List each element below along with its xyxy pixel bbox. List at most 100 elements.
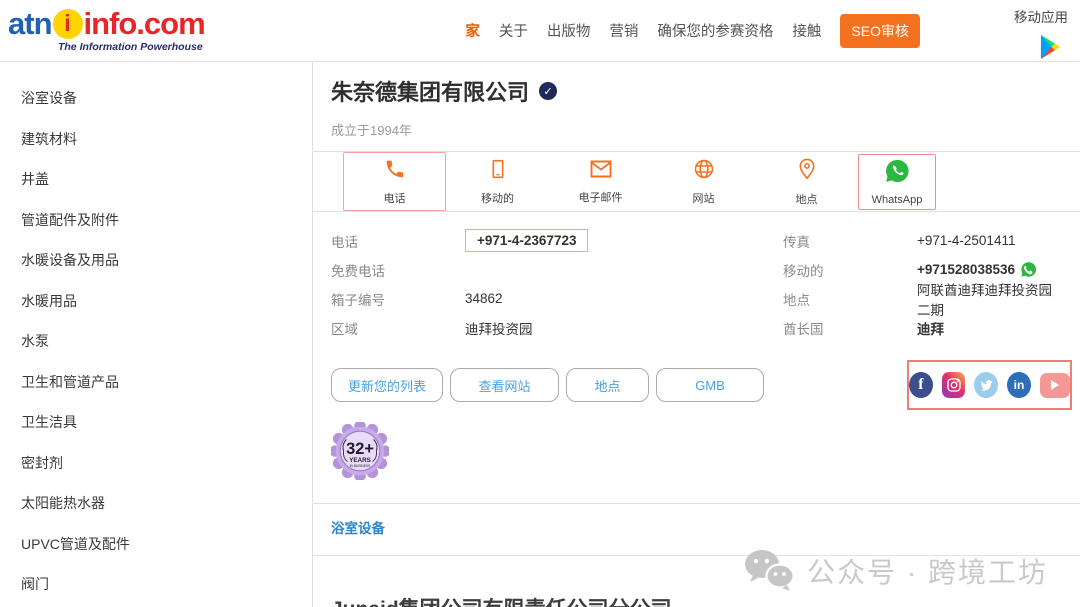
sidebar-item-pipe-fittings[interactable]: 管道配件及附件 <box>21 210 312 230</box>
nav-publications[interactable]: 出版物 <box>547 20 591 41</box>
view-website-button[interactable]: 查看网站 <box>450 368 559 402</box>
details-left-column: 电话 +971-4-2367723 免费电话 箱子编号 34862 区域 迪拜投… <box>331 226 783 342</box>
wechat-icon <box>743 549 795 593</box>
logo-tagline: The Information Powerhouse <box>8 41 205 53</box>
nav-home[interactable]: 家 <box>465 20 480 41</box>
quick-action-website[interactable]: 网站 <box>652 158 755 206</box>
contact-details: 电话 +971-4-2367723 免费电话 箱子编号 34862 区域 迪拜投… <box>313 212 1080 348</box>
twitter-icon[interactable] <box>974 372 998 398</box>
sidebar-item-building-materials[interactable]: 建筑材料 <box>21 129 312 149</box>
detail-label: 免费电话 <box>331 260 465 280</box>
sidebar-item-plumbing-supplies[interactable]: 水暖用品 <box>21 291 312 311</box>
main-nav: 家 关于 出版物 营销 确保您的参赛资格 接触 SEO审核 <box>465 14 920 48</box>
quick-actions-row: 电话 移动的 电子邮件 网站 <box>313 152 1080 212</box>
update-listing-button[interactable]: 更新您的列表 <box>331 368 443 402</box>
social-links-box: f in <box>907 360 1072 410</box>
seo-audit-button[interactable]: SEO审核 <box>840 14 920 48</box>
page-body: 浴室设备 建筑材料 井盖 管道配件及附件 水暖设备及用品 水暖用品 水泵 卫生和… <box>0 62 1080 607</box>
mobile-number-value[interactable]: +971528038536 <box>917 261 1037 278</box>
detail-label: 地点 <box>783 289 917 309</box>
instagram-icon[interactable] <box>942 372 966 398</box>
detail-label: 移动的 <box>783 260 917 280</box>
sidebar-item-water-pumps-1[interactable]: 水泵 <box>21 331 312 351</box>
phone-number-value[interactable]: +971-4-2367723 <box>465 229 588 252</box>
nav-get-listed[interactable]: 确保您的参赛资格 <box>657 20 773 41</box>
sidebar-item-bathroom-equipment[interactable]: 浴室设备 <box>21 88 312 108</box>
quick-action-label: 电子邮件 <box>579 189 623 205</box>
quick-action-phone[interactable]: 电话 <box>343 152 446 211</box>
logo-i-badge: i <box>53 9 83 39</box>
linkedin-icon[interactable]: in <box>1007 372 1031 398</box>
listing-actions-row: 更新您的列表 查看网站 地点 GMB f in <box>313 348 1080 416</box>
site-logo[interactable]: atn i info.com The Information Powerhous… <box>8 8 205 53</box>
sidebar-item-sanitary-plumbing-products[interactable]: 卫生和管道产品 <box>21 372 312 392</box>
whatsapp-icon <box>884 158 910 189</box>
detail-row-fax: 传真 +971-4-2501411 <box>783 226 1062 255</box>
detail-row-area: 区域 迪拜投资园 <box>331 313 783 342</box>
detail-row-location: 地点 阿联酋迪拜迪拜投资园二期 <box>783 284 1062 313</box>
sidebar-item-valves[interactable]: 阀门 <box>21 574 312 594</box>
category-tag-link[interactable]: 浴室设备 <box>331 521 385 536</box>
quick-action-label: WhatsApp <box>872 194 923 206</box>
watermark-text: 公众号 · 跨境工坊 <box>807 551 1048 591</box>
top-header: atn i info.com The Information Powerhous… <box>0 0 1080 62</box>
email-icon <box>589 159 613 184</box>
emirate-value: 迪拜 <box>917 318 944 338</box>
location-value: 阿联酋迪拜迪拜投资园二期 <box>917 279 1062 319</box>
company-header: 朱奈德集团有限公司 ✓ 成立于1994年 <box>313 62 1080 152</box>
quick-action-label: 网站 <box>693 190 715 206</box>
company-listing-main: 朱奈德集团有限公司 ✓ 成立于1994年 电话 移动的 <box>313 62 1080 607</box>
wechat-watermark: 公众号 · 跨境工坊 <box>743 549 1048 593</box>
logo-text-atn: atn <box>8 8 52 39</box>
mobile-app-block: 移动应用 <box>1014 6 1068 63</box>
detail-label: 传真 <box>783 231 917 251</box>
quick-action-location[interactable]: 地点 <box>755 157 858 207</box>
svg-text:32+: 32+ <box>346 440 374 458</box>
sidebar-item-sealants[interactable]: 密封剂 <box>21 453 312 473</box>
years-badge-wrap: 32+ YEARS IN BUSINESS <box>313 416 1080 495</box>
years-in-business-badge: 32+ YEARS IN BUSINESS <box>331 422 389 480</box>
nav-contact[interactable]: 接触 <box>792 20 821 41</box>
quick-action-label: 电话 <box>384 190 406 206</box>
quick-action-label: 移动的 <box>481 190 514 206</box>
mobile-icon <box>487 158 509 185</box>
quick-action-whatsapp[interactable]: WhatsApp <box>858 154 936 210</box>
sidebar-item-upvc-pipes[interactable]: UPVC管道及配件 <box>21 534 312 554</box>
detail-row-pobox: 箱子编号 34862 <box>331 284 783 313</box>
location-button[interactable]: 地点 <box>566 368 649 402</box>
location-pin-icon <box>797 157 817 186</box>
detail-label: 酋长国 <box>783 318 917 338</box>
phone-icon <box>384 158 406 185</box>
next-listing-title[interactable]: Junaid集团公司有限责任公司分公司 <box>331 593 1062 607</box>
detail-row-phone: 电话 +971-4-2367723 <box>331 226 783 255</box>
pobox-value: 34862 <box>465 291 503 306</box>
detail-label: 箱子编号 <box>331 289 465 309</box>
sidebar-item-sanitary-ware[interactable]: 卫生洁具 <box>21 412 312 432</box>
mobile-app-label: 移动应用 <box>1014 6 1068 26</box>
whatsapp-icon[interactable] <box>1020 261 1037 278</box>
facebook-icon[interactable]: f <box>909 372 933 398</box>
gmb-button[interactable]: GMB <box>656 368 764 402</box>
sidebar-item-manhole-covers[interactable]: 井盖 <box>21 169 312 189</box>
quick-action-mobile[interactable]: 移动的 <box>446 158 549 206</box>
detail-row-tollfree: 免费电话 <box>331 255 783 284</box>
category-sidebar: 浴室设备 建筑材料 井盖 管道配件及附件 水暖设备及用品 水暖用品 水泵 卫生和… <box>0 62 313 607</box>
company-name: 朱奈德集团有限公司 <box>331 75 529 107</box>
badge-sublabel: IN BUSINESS <box>350 464 372 468</box>
detail-label: 区域 <box>331 318 465 338</box>
globe-icon <box>693 158 715 185</box>
detail-label: 电话 <box>331 231 465 251</box>
verified-badge-icon: ✓ <box>539 82 557 100</box>
quick-action-label: 地点 <box>796 191 818 207</box>
nav-marketing[interactable]: 营销 <box>609 20 638 41</box>
logo-text-info: info.com <box>84 8 205 39</box>
fax-value: +971-4-2501411 <box>917 233 1015 248</box>
nav-about[interactable]: 关于 <box>499 20 528 41</box>
sidebar-item-solar-water-heaters[interactable]: 太阳能热水器 <box>21 493 312 513</box>
quick-action-email[interactable]: 电子邮件 <box>549 159 652 205</box>
youtube-icon[interactable] <box>1040 373 1070 398</box>
sidebar-item-plumbing-equipment[interactable]: 水暖设备及用品 <box>21 250 312 270</box>
established-year: 成立于1994年 <box>331 120 1062 139</box>
details-right-column: 传真 +971-4-2501411 移动的 +971528038536 地点 阿… <box>783 226 1062 342</box>
google-play-icon[interactable] <box>1038 34 1062 63</box>
